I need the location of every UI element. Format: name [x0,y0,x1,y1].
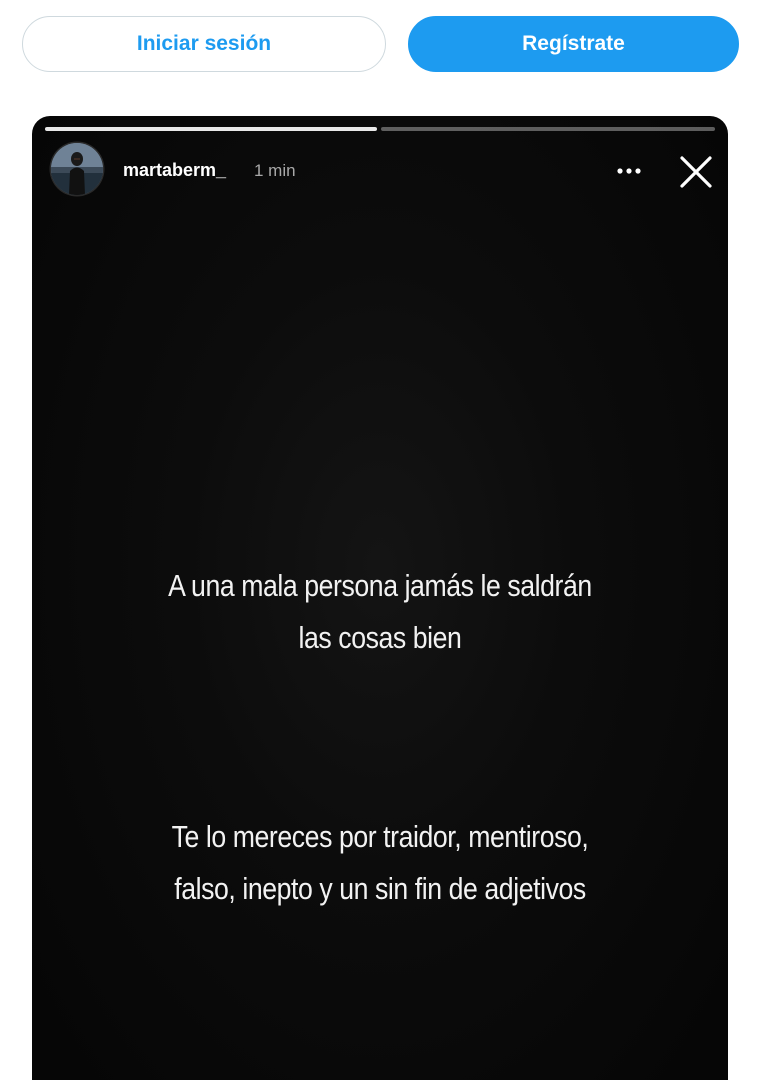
story-text-line: A una mala persona jamás le saldrán [168,568,592,603]
story-timestamp: 1 min [254,161,296,180]
auth-bar: Iniciar sesión Regístrate [0,0,760,92]
close-icon[interactable] [676,152,716,192]
login-button[interactable]: Iniciar sesión [22,16,386,72]
progress-segment-1 [45,127,377,131]
story-text-block-2: Te lo mereces por traidor, mentiroso, fa… [81,811,680,915]
more-options-icon[interactable] [614,159,644,183]
avatar[interactable] [51,143,103,195]
story-viewer[interactable]: martaberm_ 1 min A una mala persona jamá… [32,116,728,1080]
story-text-line: las cosas bien [298,620,462,655]
avatar-image [51,143,103,195]
story-text-block-1: A una mala persona jamás le saldrán las … [81,560,680,664]
story-text-line: Te lo mereces por traidor, mentiroso, [171,819,589,854]
page: Iniciar sesión Regístrate martaberm_ 1 m… [0,0,760,1080]
progress-segment-2 [381,127,715,131]
signup-button[interactable]: Regístrate [408,16,739,72]
story-progress-bar [45,127,715,131]
story-text-line: falso, inepto y un sin fin de adjetivos [174,871,586,906]
story-username[interactable]: martaberm_ [123,160,226,181]
